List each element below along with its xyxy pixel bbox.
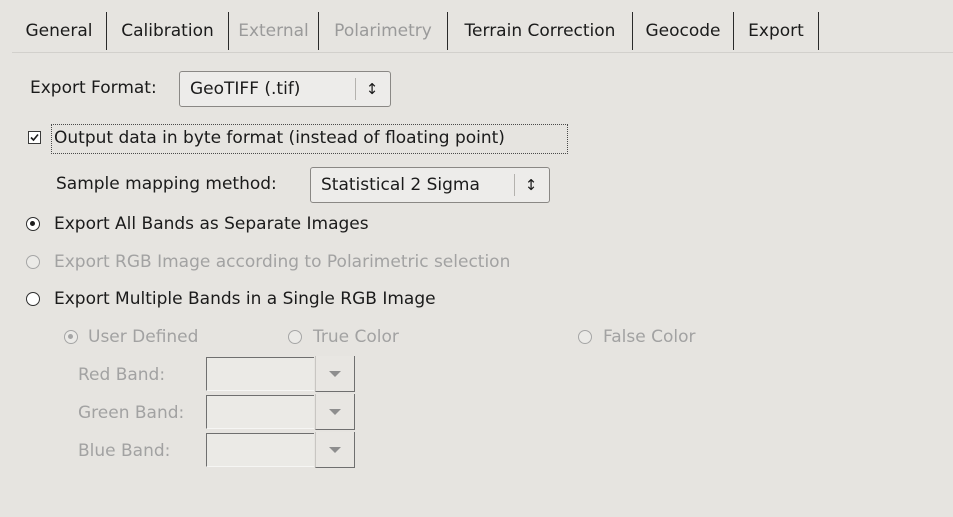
export-format-label: Export Format: [30, 78, 157, 98]
byte-format-label[interactable]: Output data in byte format (instead of f… [54, 127, 505, 149]
tab-terrain-correction[interactable]: Terrain Correction [448, 12, 633, 50]
user-defined-label: User Defined [88, 327, 199, 347]
blue-band-dropdown-button [315, 432, 355, 468]
radio-false-color [578, 330, 592, 344]
byte-format-checkbox[interactable] [28, 131, 41, 144]
green-band-field [206, 395, 314, 429]
tab-general[interactable]: General [12, 12, 107, 50]
combo-separator [355, 78, 356, 100]
radio-export-multiple-bands[interactable] [26, 292, 40, 306]
tab-geocode[interactable]: Geocode [633, 12, 734, 50]
tab-export[interactable]: Export [734, 12, 819, 50]
sample-mapping-value: Statistical 2 Sigma [321, 175, 480, 195]
red-band-label: Red Band: [78, 365, 166, 385]
radio-user-defined [64, 330, 78, 344]
export-multiple-bands-label[interactable]: Export Multiple Bands in a Single RGB Im… [54, 288, 436, 310]
checkmark-icon [30, 133, 39, 142]
green-band-dropdown-button [315, 394, 355, 430]
radio-export-rgb-polarimetric [26, 255, 40, 269]
dropdown-arrow-icon [329, 447, 341, 453]
tab-bar-divider [12, 52, 953, 53]
combo-separator [514, 174, 515, 196]
sample-mapping-select[interactable]: Statistical 2 Sigma ↕ [310, 167, 550, 203]
updown-arrows-icon: ↕ [365, 80, 379, 98]
export-rgb-polarimetric-label: Export RGB Image according to Polarimetr… [54, 252, 511, 272]
export-all-bands-label[interactable]: Export All Bands as Separate Images [54, 213, 369, 235]
blue-band-field [206, 433, 314, 467]
export-format-select[interactable]: GeoTIFF (.tif) ↕ [179, 71, 391, 107]
dropdown-arrow-icon [329, 409, 341, 415]
tab-bar: General Calibration External Polarimetry… [12, 12, 953, 52]
radio-true-color [288, 330, 302, 344]
updown-arrows-icon: ↕ [524, 176, 538, 194]
red-band-dropdown-button [315, 356, 355, 392]
red-band-field [206, 357, 314, 391]
dropdown-arrow-icon [329, 371, 341, 377]
blue-band-label: Blue Band: [78, 441, 171, 461]
tab-polarimetry: Polarimetry [319, 12, 448, 50]
true-color-label: True Color [313, 327, 399, 347]
sample-mapping-label: Sample mapping method: [56, 174, 277, 194]
export-format-value: GeoTIFF (.tif) [190, 79, 301, 99]
tab-external: External [229, 12, 319, 50]
false-color-label: False Color [603, 327, 696, 347]
radio-export-all-bands[interactable] [26, 217, 40, 231]
green-band-label: Green Band: [78, 403, 185, 423]
tab-calibration[interactable]: Calibration [107, 12, 229, 50]
